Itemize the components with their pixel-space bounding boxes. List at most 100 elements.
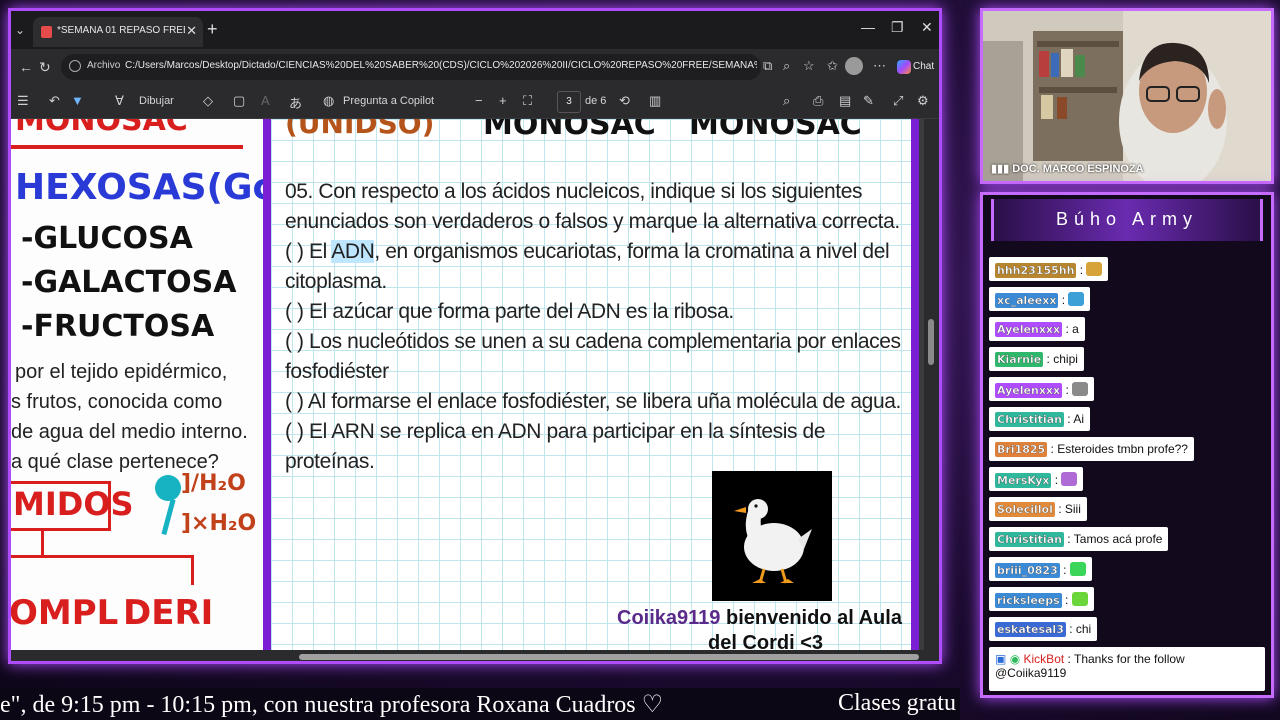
copilot-icon [897,60,911,74]
chat-emote-icon [1069,562,1086,576]
chat-username[interactable]: MersKyx [995,473,1052,488]
statement-1-post: , en organismos eucariotas, forma la cro… [374,240,890,263]
zoom-icon[interactable]: ⌕ [783,58,790,74]
url-text[interactable]: C:/Users/Marcos/Desktop/Dictado/CIENCIAS… [125,60,757,71]
address-bar-row: ← ↻ Archivo C:/Users/Marcos/Desktop/Dict… [11,49,939,85]
page-top-scribble-left: (UNIDSO) [285,119,435,140]
whiteboard-panel: MONOSAC HEXOSAS(Gc) -GLUCOSA -GALACTOSA … [11,119,263,659]
chat-username[interactable]: Solecillol [995,502,1055,517]
chat-username[interactable]: Ayelenxxx [995,383,1063,398]
close-window-button[interactable]: ✕ [921,19,933,36]
pdf-file-icon [41,26,52,38]
add-text-icon[interactable]: ▢ [233,93,245,109]
kickbot-mention: @Coiika9119 [995,666,1067,680]
wb-tree-bar [11,555,193,558]
draw-button[interactable]: Dibujar [139,95,174,107]
highlight-icon[interactable]: ▼ [71,93,84,108]
chat-title: Búho Army [991,199,1263,241]
tab-bar: ⌄ *SEMANA 01 REPASO FREE - DOC ✕ + — ❐ ✕ [11,11,939,49]
pdf-viewer: MONOSAC HEXOSAS(Gc) -GLUCOSA -GALACTOSA … [11,119,939,659]
chat-username[interactable]: eskatesal3 [995,622,1066,637]
fit-page-icon[interactable]: ⛶ [523,93,532,109]
settings-gear-icon[interactable]: ⚙ [917,93,929,109]
chat-username[interactable]: hhh23155hh [995,263,1077,278]
more-menu-icon[interactable]: ⋯ [873,58,886,74]
translate-icon[interactable]: あ [289,93,302,112]
chat-username[interactable]: Ayelenxxx [995,322,1063,337]
statement-5: ( ) El ARN se replica en ADN para partic… [285,420,826,443]
chat-emote-icon [1086,262,1103,276]
chat-label: Chat [913,61,935,72]
wb-tree-stem [41,531,44,557]
wb-fructosa: -FRUCTOSA [21,309,215,344]
wb-water-molecule [155,475,181,501]
save-icon[interactable]: ▤ [839,93,851,109]
chat-text: chipi [1053,352,1078,366]
search-icon[interactable]: ⌕ [783,93,790,109]
profile-avatar[interactable] [845,57,863,75]
horizontal-scrollbar[interactable] [11,650,939,661]
draw-icon[interactable]: ∀ [115,93,124,109]
verified-icon: ◉ [1009,652,1021,666]
copilot-ask-icon[interactable]: ◍ [323,93,334,109]
tab-pdf-document[interactable]: *SEMANA 01 REPASO FREE - DOC ✕ [33,17,203,47]
goose-follow-alert-image [712,471,832,601]
wb-text-line2: s frutos, conocida como [11,391,223,413]
statement-2: ( ) El azúcar que forma parte del ADN es… [285,300,734,323]
chat-text: Ai [1073,412,1084,426]
print-icon[interactable]: ⎙ [813,93,823,109]
copilot-chat-button[interactable]: Chat [895,56,939,78]
highlighted-adn[interactable]: ADN [331,240,375,263]
info-icon[interactable] [69,60,81,72]
chat-username[interactable]: xc_aleexx [995,293,1059,308]
zoom-in-icon[interactable]: + [499,93,507,108]
kick-badge-icon: ▣ [995,652,1007,666]
chat-text: chi [1075,622,1092,636]
page-view-icon[interactable]: ▥ [649,93,661,109]
reload-icon[interactable]: ↻ [39,59,51,76]
back-icon[interactable]: ← [19,59,33,75]
chat-message: Christitian : Tamos acá profe [989,527,1169,551]
undo-icon[interactable]: ↶ [49,93,60,109]
read-aloud-icon[interactable]: ⧉ [763,58,772,74]
chat-username[interactable]: Kiarnie [995,352,1044,367]
stream-overlay: ⌄ *SEMANA 01 REPASO FREE - DOC ✕ + — ❐ ✕… [0,0,1280,720]
wb-water-stem [161,498,176,536]
webcam-name-label: ▮▮▮ DOC. MARCO ESPINOZA [991,163,1144,175]
save-as-icon[interactable]: ✎ [863,93,874,109]
chat-username[interactable]: Bri1825 [995,442,1048,457]
vertical-scroll-thumb[interactable] [928,319,934,365]
vertical-scrollbar[interactable] [924,119,939,659]
fullscreen-icon[interactable]: ⤢ [893,93,903,109]
chat-text: Siii [1064,502,1081,516]
kickbot-text: Thanks for the follow [1074,652,1185,666]
chat-message: Ayelenxxx : a [989,317,1085,341]
page-top-scribble-2: MONOSAC [689,119,862,142]
rotate-icon[interactable]: ⟲ [619,93,630,109]
chat-username[interactable]: Christitian [995,532,1064,547]
bottom-ticker: e", de 9:15 pm - 10:15 pm, con nuestra p… [0,688,960,720]
minimize-button[interactable]: — [861,19,875,35]
ask-copilot-button[interactable]: Pregunta a Copilot [343,95,434,107]
chat-message: Bri1825 : Esteroides tmbn profe?? [989,437,1194,461]
webcam-frame: ▮▮▮ DOC. MARCO ESPINOZA [980,8,1274,184]
favorite-star-icon[interactable]: ☆ [803,58,815,74]
chat-username[interactable]: ricksleeps [995,593,1062,608]
chat-username[interactable]: briii_0823 [995,563,1060,578]
chat-username[interactable]: Christitian [995,412,1064,427]
restore-button[interactable]: ❐ [891,19,904,36]
page-number-input[interactable]: 3 [557,91,581,113]
page-edge-strip [911,119,919,659]
favorites-icon[interactable]: ✩ [827,58,838,74]
contents-icon[interactable]: ☰ [17,93,29,109]
address-bar[interactable]: Archivo C:/Users/Marcos/Desktop/Dictado/… [61,54,761,80]
statement-5-cont: proteínas. [285,450,375,473]
chat-message: Kiarnie : chipi [989,347,1084,371]
tab-list-icon[interactable]: ⌄ [15,23,25,37]
chat-message: xc_aleexx : [989,287,1091,311]
zoom-out-icon[interactable]: − [475,93,483,108]
new-tab-button[interactable]: + [207,19,218,40]
close-tab-icon[interactable]: ✕ [186,23,197,39]
eraser-icon[interactable]: ◇ [203,93,213,109]
horizontal-scroll-thumb[interactable] [299,654,919,660]
